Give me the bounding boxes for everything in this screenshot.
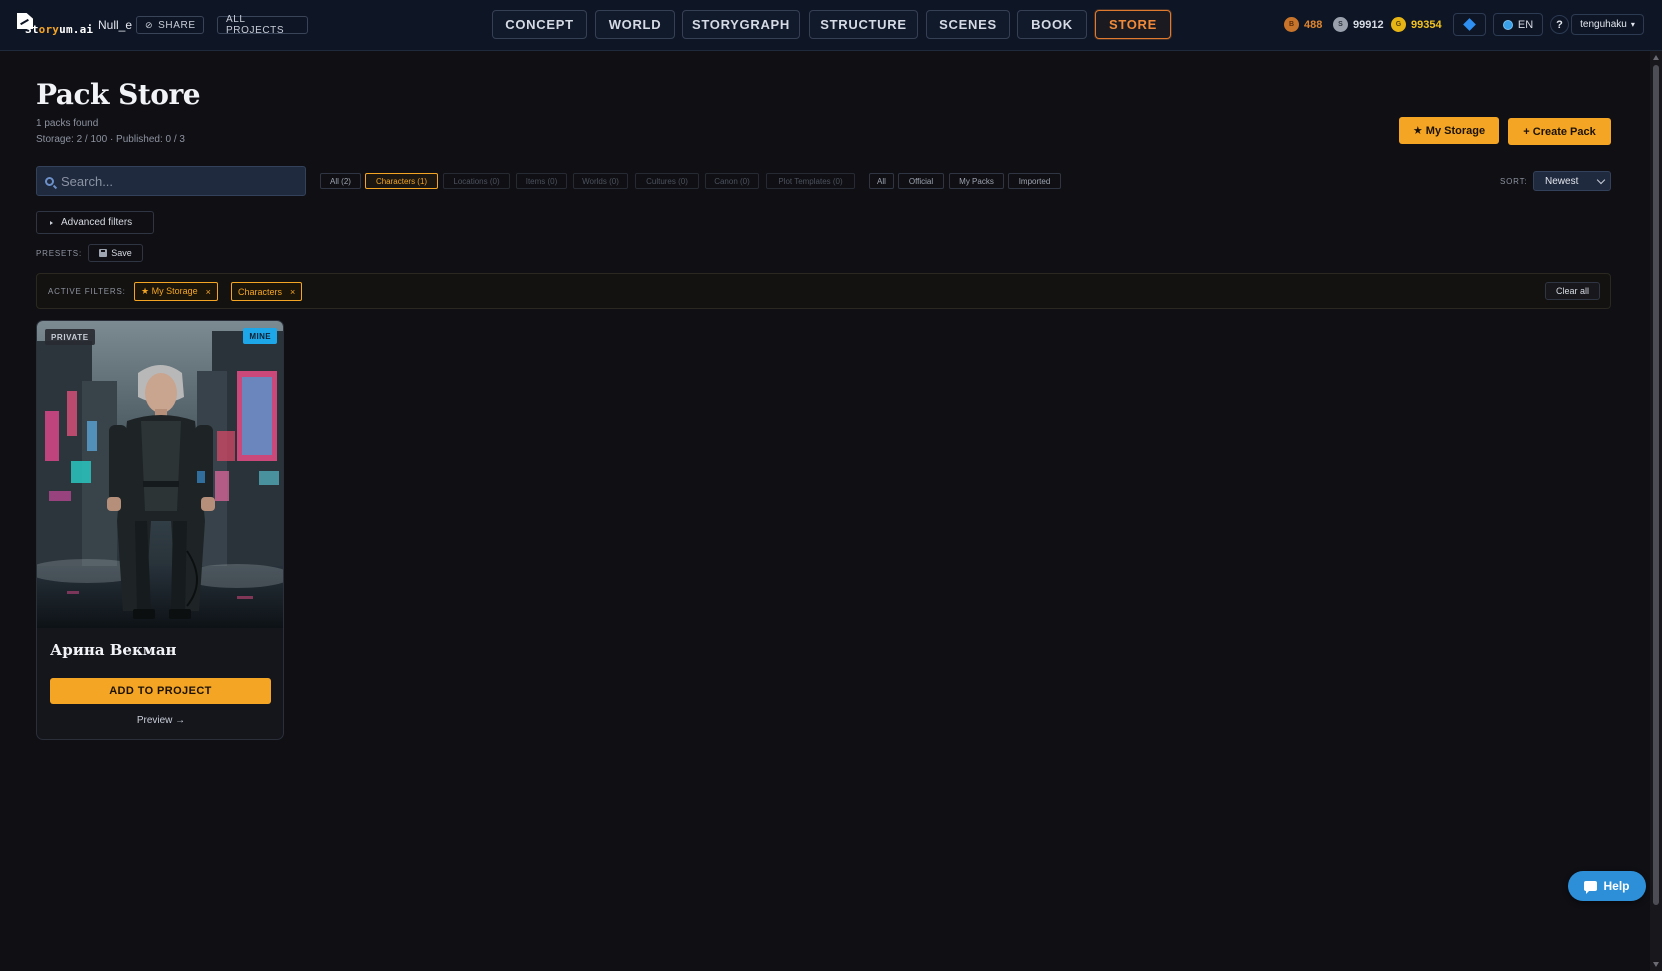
scroll-up-arrow[interactable]: [1653, 55, 1659, 60]
top-bar: Storyum.ai Null_e ⊘ SHARE ALL PROJECTS C…: [0, 0, 1662, 51]
tab-concept[interactable]: CONCEPT: [492, 10, 587, 39]
create-pack-button[interactable]: + Create Pack: [1508, 118, 1611, 145]
chip-type-worlds[interactable]: Worlds (0): [573, 173, 628, 189]
remove-filter-icon[interactable]: ×: [290, 287, 295, 297]
add-to-project-button[interactable]: ADD TO PROJECT: [50, 678, 271, 704]
chip-type-cultures[interactable]: Cultures (0): [635, 173, 699, 189]
help-label: Help: [1603, 879, 1630, 893]
pack-name: Арина Векман: [50, 641, 177, 659]
silver-balance: S 99912: [1333, 17, 1384, 32]
filter-tag-label: ★ My Storage: [141, 286, 198, 296]
gold-balance: G 99354: [1391, 17, 1442, 32]
globe-icon: [1502, 19, 1513, 30]
active-filters-bar: ACTIVE FILTERS: ★ My Storage × Character…: [36, 273, 1611, 309]
silver-coin-icon: S: [1333, 17, 1348, 32]
gold-coin-icon: G: [1391, 17, 1406, 32]
clear-all-filters-button[interactable]: Clear all: [1545, 282, 1600, 300]
search-icon: [45, 176, 54, 186]
tab-book[interactable]: BOOK: [1017, 10, 1087, 39]
chip-type-canon[interactable]: Canon (0): [705, 173, 759, 189]
project-name[interactable]: Null_e: [98, 18, 132, 32]
search-box: [36, 166, 306, 196]
bronze-balance: B 488: [1284, 17, 1322, 32]
presets-label: PRESETS:: [36, 249, 82, 258]
scroll-down-arrow[interactable]: [1653, 962, 1659, 967]
logo-text: Storyum.ai: [25, 23, 94, 36]
filter-tag-my-storage: ★ My Storage ×: [134, 282, 218, 301]
save-preset-label: Save: [111, 248, 132, 258]
chip-type-items[interactable]: Items (0): [516, 173, 567, 189]
link-icon: ⊘: [145, 19, 154, 30]
chip-type-plot-templates[interactable]: Plot Templates (0): [766, 173, 855, 189]
silver-value: 99912: [1353, 18, 1384, 31]
chip-type-locations[interactable]: Locations (0): [443, 173, 510, 189]
tab-storygraph[interactable]: STORYGRAPH: [682, 10, 800, 39]
tab-scenes[interactable]: SCENES: [926, 10, 1010, 39]
active-filters-label: ACTIVE FILTERS:: [48, 287, 126, 296]
sort-select[interactable]: Newest: [1533, 171, 1611, 191]
preview-link[interactable]: Preview →: [37, 715, 283, 726]
diamond-icon: [1463, 18, 1476, 31]
cyberpunk-character-illustration: [37, 321, 283, 628]
sort-label: SORT:: [1500, 177, 1528, 186]
advanced-filters-toggle[interactable]: Advanced filters: [36, 211, 154, 234]
help-chat-button[interactable]: Help: [1568, 871, 1646, 901]
private-badge: PRIVATE: [45, 329, 95, 345]
share-label: SHARE: [158, 19, 196, 31]
chip-type-all[interactable]: All (2): [320, 173, 361, 189]
mine-badge: MINE: [243, 328, 277, 344]
save-preset-button[interactable]: Save: [88, 244, 143, 262]
tab-store[interactable]: STORE: [1095, 10, 1171, 39]
bronze-coin-icon: B: [1284, 17, 1299, 32]
tab-world[interactable]: WORLD: [595, 10, 675, 39]
page-scrollbar[interactable]: [1650, 51, 1662, 971]
chip-source-official[interactable]: Official: [898, 173, 944, 189]
sort-value: Newest: [1545, 175, 1579, 187]
chat-bubble-icon: [1584, 881, 1598, 894]
all-projects-button[interactable]: ALL PROJECTS: [217, 14, 308, 36]
my-storage-button[interactable]: ★ My Storage: [1399, 117, 1499, 144]
filter-tag-label: Characters: [238, 286, 283, 297]
chevron-down-icon: ▾: [1630, 20, 1635, 29]
advanced-filters-label: Advanced filters: [61, 217, 133, 228]
scroll-thumb[interactable]: [1653, 65, 1659, 905]
chip-source-all[interactable]: All: [869, 173, 894, 189]
chip-source-my-packs[interactable]: My Packs: [949, 173, 1004, 189]
chevron-down-icon: [1596, 175, 1606, 185]
chip-source-imported[interactable]: Imported: [1008, 173, 1061, 189]
page-title: Pack Store: [36, 78, 201, 111]
search-input[interactable]: [61, 173, 281, 189]
pack-cover-image[interactable]: PRIVATE MINE: [37, 321, 283, 628]
caret-right-icon: [50, 220, 53, 225]
username: tenguhaku: [1580, 19, 1627, 30]
packs-found-count: 1 packs found: [36, 118, 99, 129]
bronze-value: 488: [1304, 18, 1323, 31]
gold-value: 99354: [1411, 18, 1442, 31]
remove-filter-icon[interactable]: ×: [206, 287, 211, 297]
tab-structure[interactable]: STRUCTURE: [809, 10, 918, 39]
storage-info: Storage: 2 / 100 · Published: 0 / 3: [36, 134, 185, 145]
language-selector[interactable]: EN: [1493, 13, 1543, 36]
language-label: EN: [1517, 18, 1534, 31]
user-menu-button[interactable]: tenguhaku ▾: [1571, 14, 1644, 35]
premium-button[interactable]: [1453, 13, 1486, 36]
storyum-logo[interactable]: Storyum.ai: [17, 13, 93, 37]
filter-tag-characters: Characters ×: [231, 282, 303, 301]
pack-card[interactable]: PRIVATE MINE Арина Векман ADD TO PROJECT…: [36, 320, 284, 740]
floppy-disk-icon: [99, 249, 108, 257]
share-button[interactable]: ⊘ SHARE: [136, 16, 204, 34]
help-question-button[interactable]: ?: [1550, 15, 1569, 34]
chip-type-characters[interactable]: Characters (1): [365, 173, 438, 189]
